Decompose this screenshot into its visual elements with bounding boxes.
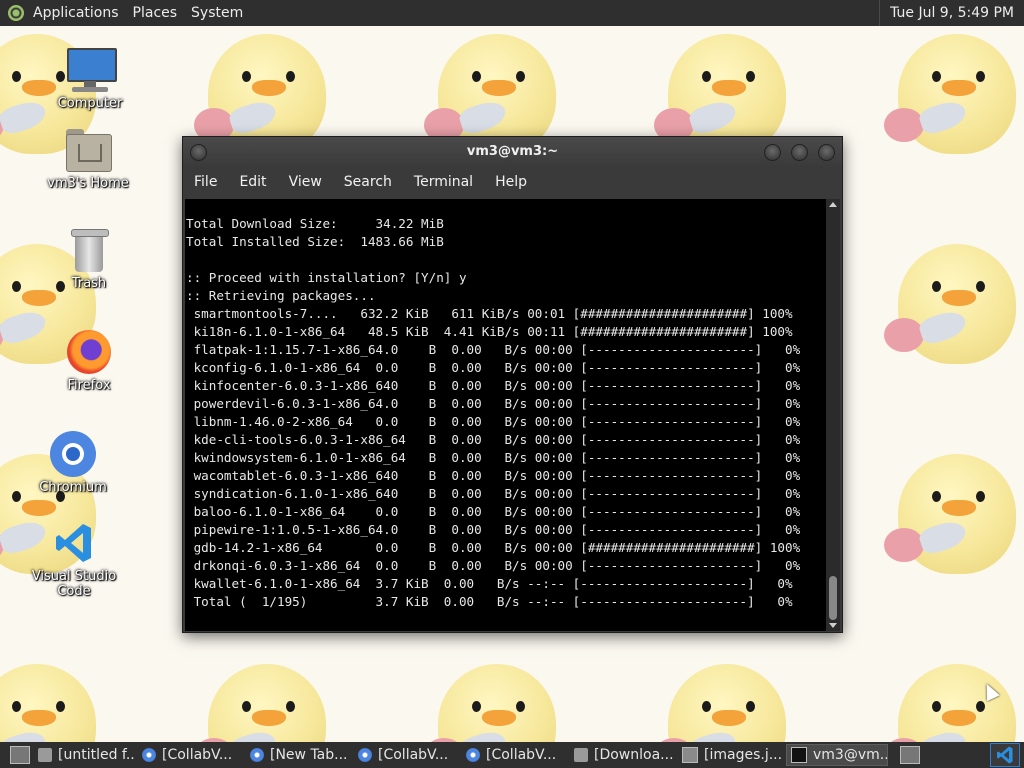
scroll-down-icon[interactable] <box>829 623 837 628</box>
distro-logo-icon[interactable] <box>8 5 24 21</box>
window-menu-icon[interactable] <box>190 144 207 161</box>
window-titlebar[interactable]: vm3@vm3:~ <box>183 137 842 167</box>
chromium-icon <box>358 748 372 762</box>
taskbar-item-label: [CollabV... <box>378 747 449 763</box>
taskbar-item-label: [untitled f... <box>58 747 134 763</box>
wallpaper-chick <box>880 226 1024 386</box>
close-button[interactable] <box>818 144 835 161</box>
taskbar-item-label: [New Tab... <box>270 747 348 763</box>
desktop-icon-home[interactable]: vm3's Home <box>33 126 143 191</box>
terminal-output[interactable]: Total Download Size: 34.22 MiB Total Ins… <box>185 199 826 631</box>
bottom-taskbar: [untitled f... [CollabV... [New Tab... [Col… <box>0 742 1024 768</box>
desktop-icon-computer[interactable]: Computer <box>35 46 145 111</box>
taskbar-item[interactable]: [untitled f... <box>34 744 134 766</box>
desktop-icon-vscode[interactable]: Visual Studio Code <box>18 519 130 599</box>
desktop-icon-label: vm3's Home <box>47 176 129 191</box>
taskbar-item[interactable]: vm3@vm... <box>786 744 888 766</box>
desktop-icon-label: Visual Studio Code <box>31 569 117 599</box>
panel-clock[interactable]: Tue Jul 9, 5:49 PM <box>879 0 1024 26</box>
terminal-scrollbar[interactable] <box>826 199 840 631</box>
desktop-icon-firefox[interactable]: Firefox <box>34 328 144 393</box>
wallpaper-chick <box>880 646 1024 742</box>
applications-menu[interactable]: Applications <box>26 5 126 21</box>
wallpaper-chick <box>420 646 570 742</box>
image-viewer-icon <box>682 747 698 763</box>
terminal-window: vm3@vm3:~ File Edit View Search Terminal… <box>182 136 843 633</box>
firefox-icon <box>65 328 113 376</box>
chromium-icon <box>250 748 264 762</box>
wallpaper-chick <box>190 646 340 742</box>
folder-icon <box>574 748 588 762</box>
terminal-text: Total Download Size: 34.22 MiB Total Ins… <box>186 216 801 609</box>
taskbar-item-label: [images.j... <box>704 747 782 763</box>
computer-icon <box>66 46 117 94</box>
menu-search[interactable]: Search <box>333 174 403 190</box>
desktop-icon-label: Firefox <box>67 378 111 393</box>
vscode-icon <box>50 519 98 567</box>
menu-edit[interactable]: Edit <box>228 174 277 190</box>
home-folder-icon <box>64 126 112 174</box>
menu-terminal[interactable]: Terminal <box>403 174 484 190</box>
terminal-menubar: File Edit View Search Terminal Help <box>183 167 842 197</box>
tray-vscode-button[interactable] <box>990 743 1020 767</box>
menu-view[interactable]: View <box>278 174 333 190</box>
desktop-icon-label: Chromium <box>39 480 107 495</box>
wallpaper-chick <box>880 436 1024 596</box>
wallpaper-chick <box>650 646 800 742</box>
folder-icon <box>38 748 52 762</box>
minimize-button[interactable] <box>764 144 781 161</box>
trash-icon <box>65 226 113 274</box>
taskbar-item-label: vm3@vm... <box>813 747 888 763</box>
workspace-switcher[interactable] <box>900 746 920 764</box>
system-menu[interactable]: System <box>184 5 250 21</box>
wallpaper-chick <box>0 646 110 742</box>
taskbar-item-label: [CollabV... <box>486 747 557 763</box>
taskbar-item[interactable]: [CollabV... <box>354 744 458 766</box>
scrollbar-thumb[interactable] <box>829 576 837 620</box>
wallpaper-chick <box>880 26 1024 176</box>
places-menu[interactable]: Places <box>126 5 185 21</box>
taskbar-item[interactable]: [CollabV... <box>462 744 566 766</box>
terminal-icon <box>791 747 807 763</box>
chromium-icon <box>466 748 480 762</box>
show-desktop-button[interactable] <box>10 746 30 764</box>
menu-help[interactable]: Help <box>484 174 538 190</box>
taskbar-item[interactable]: [images.j... <box>678 744 782 766</box>
taskbar-item[interactable]: [Downloa... <box>570 744 674 766</box>
top-panel: Applications Places System Tue Jul 9, 5:… <box>0 0 1024 26</box>
menu-file[interactable]: File <box>183 174 228 190</box>
scroll-up-icon[interactable] <box>829 202 837 207</box>
taskbar-item[interactable]: [New Tab... <box>246 744 350 766</box>
window-title: vm3@vm3:~ <box>466 144 559 159</box>
vscode-icon <box>997 746 1013 764</box>
chromium-icon <box>49 430 97 478</box>
maximize-button[interactable] <box>791 144 808 161</box>
desktop-icon-trash[interactable]: Trash <box>34 226 144 291</box>
taskbar-item-label: [CollabV... <box>162 747 233 763</box>
desktop-icon-label: Trash <box>71 276 107 291</box>
chromium-icon <box>142 748 156 762</box>
desktop-icon-label: Computer <box>57 96 123 111</box>
taskbar-item-label: [Downloa... <box>594 747 674 763</box>
taskbar-item[interactable]: [CollabV... <box>138 744 242 766</box>
desktop-icon-chromium[interactable]: Chromium <box>18 430 128 495</box>
